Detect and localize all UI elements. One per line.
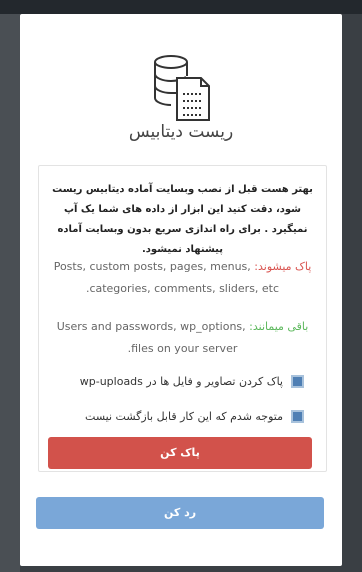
delete-uploads-label: پاک کردن تصاویر و فایل ها در wp-uploads [79,374,283,388]
background-page [0,14,20,572]
cancel-button[interactable]: رد کن [36,497,324,529]
reset-info-card: بهتر هست قبل از نصب وبسایت آماده دیتابیس… [38,165,327,472]
modal-title: ریست دیتابیس [128,122,234,142]
deleted-label: پاک میشوند: [254,260,312,273]
delete-uploads-option[interactable]: پاک کردن تصاویر و فایل ها در wp-uploads [54,372,304,390]
admin-top-bar [0,0,362,14]
kept-list: Users and passwords, wp_options, files o… [56,320,246,355]
confirm-irreversible-option[interactable]: متوجه شدم که این کار قابل بازگشت نیست [54,407,304,425]
confirm-irreversible-label: متوجه شدم که این کار قابل بازگشت نیست [85,409,283,423]
delete-button[interactable]: پاک کن [48,437,312,469]
confirm-irreversible-checkbox[interactable] [291,409,304,423]
warning-text: بهتر هست قبل از نصب وبسایت آماده دیتابیس… [52,184,313,255]
deleted-list: Posts, custom posts, pages, menus, categ… [53,260,280,295]
reset-database-modal: ریست دیتابیس بهتر هست قبل از نصب وبسایت … [20,14,342,566]
deleted-items-text: پاک میشوند: Posts, custom posts, pages, … [47,256,318,300]
kept-items-text: باقی میمانند: Users and passwords, wp_op… [47,316,318,360]
database-document-icon [154,55,210,121]
kept-label: باقی میمانند: [249,320,309,333]
delete-uploads-checkbox[interactable] [291,374,304,388]
